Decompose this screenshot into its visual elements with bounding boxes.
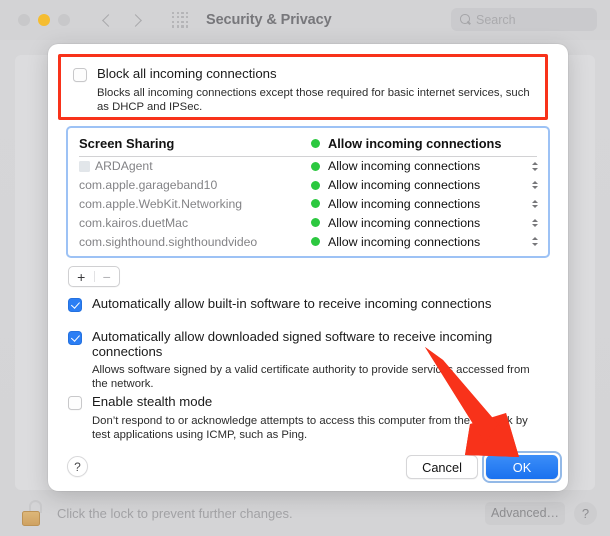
remove-app-button[interactable]: − [95,267,120,286]
status-dot-icon [311,180,320,190]
close-window-button[interactable] [18,14,30,26]
chevron-down-icon [531,224,538,228]
table-row[interactable]: com.apple.garageband10 Allow incoming con… [69,176,547,195]
status-dot-icon [311,237,320,247]
chevron-up-icon [531,180,538,184]
table-cell-app-name: ARDAgent [95,159,153,174]
app-permissions-table-body: Screen Sharing Allow incoming connection… [69,129,547,255]
status-dot-icon [311,138,320,148]
sheet-help-button[interactable]: ? [67,456,88,477]
status-stepper-icon[interactable] [530,178,539,192]
option-stealth-description: Don’t respond to or acknowledge attempts… [92,414,528,441]
table-row[interactable]: com.apple.WebKit.Networking Allow incomin… [69,195,547,214]
page-title: Security & Privacy [206,12,332,28]
table-cell-status-text: Allow incoming connections [328,196,481,211]
chevron-down-icon [531,242,538,246]
table-rows-container: ARDAgent Allow incoming connections com.ap… [69,157,547,251]
option-signed-checkbox-row[interactable]: Automatically allow downloaded signed so… [68,329,553,359]
table-cell-status[interactable]: Allow incoming connections [311,216,537,230]
option-stealth-label: Enable stealth mode [92,394,213,409]
option-signed-description: Allows software signed by a valid certif… [92,364,530,390]
back-chevron-icon[interactable] [101,14,114,27]
firewall-options-sheet: Block all incoming connections Blocks al… [48,44,568,491]
block-all-description: Blocks all incoming connections except t… [97,86,530,113]
add-app-button[interactable]: + [69,267,94,286]
option-stealth-mode[interactable]: Enable stealth mode Don’t respond to or … [68,394,548,442]
table-header-status: Allow incoming connections [328,135,502,151]
table-header-app-name: Screen Sharing [79,135,175,151]
grid-view-icon[interactable] [172,11,189,29]
zoom-window-button[interactable] [58,14,70,26]
chevron-down-icon [531,186,538,190]
minimize-window-button[interactable] [38,14,50,26]
lock-bar: Click the lock to prevent further change… [0,490,610,536]
option-builtin-software[interactable]: Automatically allow built-in software to… [68,296,548,312]
table-cell-app-name: com.apple.WebKit.Networking [79,196,243,211]
table-cell-app-name: com.apple.garageband10 [79,178,218,193]
search-icon [460,14,471,25]
table-header-status-cell: Allow incoming connections [311,136,537,151]
option-stealth-checkbox[interactable] [68,395,82,410]
search-placeholder: Search [476,12,516,27]
forward-chevron-icon[interactable] [131,14,144,27]
navigation-arrows [101,14,144,27]
unlocked-padlock-icon[interactable] [22,500,44,526]
option-signed-checkbox[interactable] [68,330,82,345]
app-permissions-table[interactable]: Screen Sharing Allow incoming connection… [66,126,550,258]
status-dot-icon [311,161,320,171]
option-builtin-checkbox[interactable] [68,297,82,312]
status-stepper-icon[interactable] [530,159,539,173]
chevron-up-icon [531,199,538,203]
block-all-checkbox[interactable] [73,67,87,82]
chevron-down-icon [531,205,538,209]
table-header-row[interactable]: Screen Sharing Allow incoming connection… [69,129,547,157]
table-cell-status-text: Allow incoming connections [328,215,481,230]
table-cell-status[interactable]: Allow incoming connections [311,235,537,249]
table-row[interactable]: com.kairos.duetMac Allow incoming connect… [69,213,547,232]
option-signed-software[interactable]: Automatically allow downloaded signed so… [68,329,553,391]
option-stealth-checkbox-row[interactable]: Enable stealth mode [68,394,548,410]
block-all-label: Block all incoming connections [97,66,277,81]
ok-button[interactable]: OK [486,455,558,479]
table-cell-status[interactable]: Allow incoming connections [311,159,537,173]
search-input[interactable]: Search [451,8,597,31]
chevron-down-icon [531,167,538,171]
status-stepper-icon[interactable] [530,235,539,249]
table-cell-status-text: Allow incoming connections [328,234,481,249]
advanced-button[interactable]: Advanced… [485,501,565,525]
table-row[interactable]: ARDAgent Allow incoming connections [69,157,547,176]
table-row[interactable]: com.sighthound.sighthoundvideo Allow inco… [69,232,547,251]
padlock-body [22,511,40,526]
lock-message: Click the lock to prevent further change… [57,505,293,521]
app-icon [79,160,90,172]
status-stepper-icon[interactable] [530,216,539,230]
option-builtin-checkbox-row[interactable]: Automatically allow built-in software to… [68,296,548,312]
table-cell-status-text: Allow incoming connections [328,178,481,193]
table-cell-status[interactable]: Allow incoming connections [311,197,537,211]
chevron-up-icon [531,162,538,166]
traffic-lights [18,14,70,26]
table-cell-status-text: Allow incoming connections [328,159,481,174]
cancel-button[interactable]: Cancel [406,455,478,479]
block-all-checkbox-row[interactable]: Block all incoming connections [73,66,533,82]
table-cell-status[interactable]: Allow incoming connections [311,178,537,192]
status-dot-icon [311,199,320,209]
chevron-up-icon [531,218,538,222]
block-all-incoming-connections-row[interactable]: Block all incoming connections Blocks al… [58,54,548,120]
add-remove-control[interactable]: + − [68,266,120,287]
window-toolbar: Security & Privacy Search [0,0,610,40]
table-cell-app-name: com.sighthound.sighthoundvideo [79,234,258,249]
option-signed-label: Automatically allow downloaded signed so… [92,329,493,359]
status-stepper-icon[interactable] [530,197,539,211]
option-builtin-label: Automatically allow built-in software to… [92,296,492,311]
status-dot-icon [311,218,320,228]
chevron-up-icon [531,237,538,241]
help-button[interactable]: ? [574,501,597,525]
table-cell-app-name: com.kairos.duetMac [79,215,189,230]
